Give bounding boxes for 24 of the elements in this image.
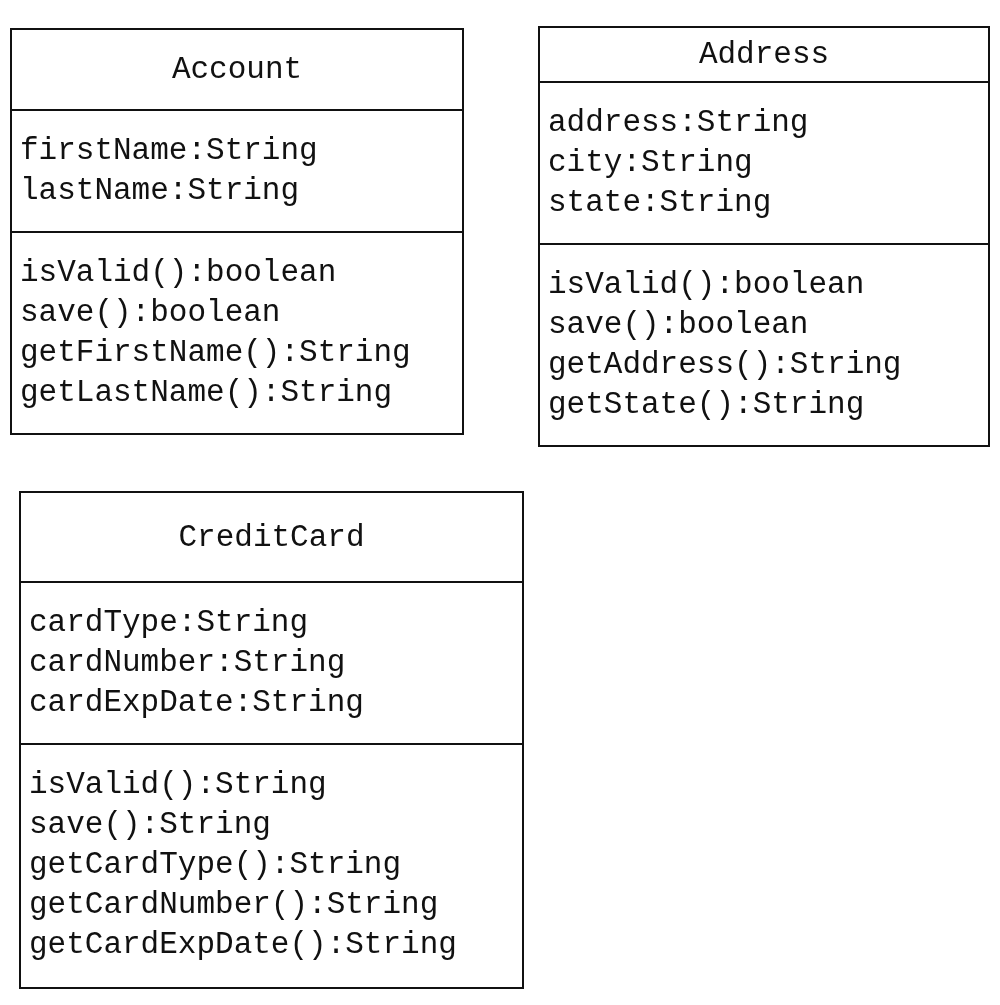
class-name: CreditCard bbox=[178, 519, 365, 555]
method-text: isValid():String bbox=[29, 766, 327, 804]
method-text: getCardExpDate():String bbox=[29, 926, 457, 964]
attribute-text: firstName:String bbox=[20, 132, 318, 170]
method-text: getFirstName():String bbox=[20, 334, 411, 372]
attribute-text: cardType:String bbox=[29, 604, 309, 642]
method-text: save():boolean bbox=[20, 294, 281, 332]
method-text: save():String bbox=[29, 806, 271, 844]
method-text: getCardNumber():String bbox=[29, 886, 439, 924]
attribute-text: address:String bbox=[548, 104, 809, 142]
attribute-text: lastName:String bbox=[20, 172, 300, 210]
attribute-text: cardExpDate:String bbox=[29, 684, 364, 722]
method-text: isValid():boolean bbox=[548, 266, 865, 304]
method-text: getState():String bbox=[548, 386, 865, 424]
method-text: getLastName():String bbox=[20, 374, 393, 412]
class-name: Account bbox=[171, 52, 303, 87]
method-text: getAddress():String bbox=[548, 346, 902, 384]
method-text: isValid():boolean bbox=[20, 254, 337, 292]
method-text: save():boolean bbox=[548, 306, 809, 344]
attribute-text: cardNumber:String bbox=[29, 644, 346, 682]
attribute-text: city:String bbox=[548, 144, 753, 182]
attribute-text: state:String bbox=[548, 184, 772, 222]
class-name: Address bbox=[698, 37, 830, 72]
method-text: getCardType():String bbox=[29, 846, 402, 884]
